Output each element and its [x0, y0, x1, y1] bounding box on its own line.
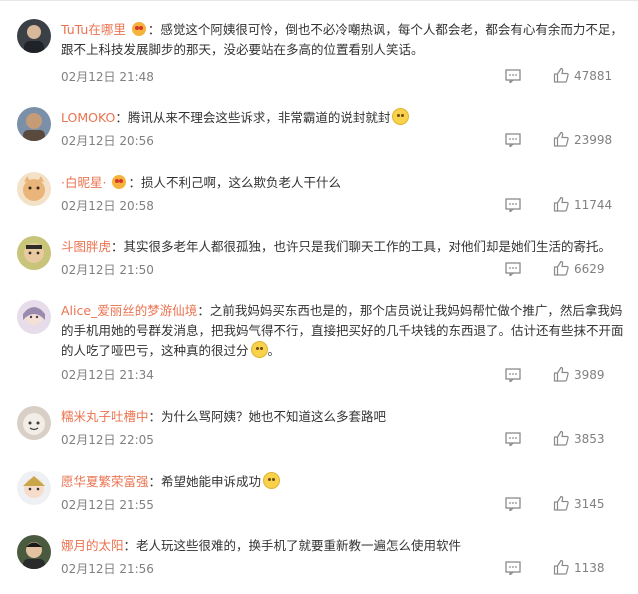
username[interactable]: ·白昵星·: [61, 175, 106, 190]
comment-body: 希望她能申诉成功: [161, 474, 262, 489]
laugh-cry-emoji-icon: [263, 472, 281, 489]
thumbs-up-icon[interactable]: [553, 131, 569, 147]
thumbs-up-icon[interactable]: [553, 430, 569, 446]
avatar[interactable]: [17, 535, 51, 569]
comment-date: 02月12日 21:50: [61, 263, 154, 277]
username[interactable]: 娜月的太阳: [61, 538, 124, 553]
comment-icon[interactable]: [505, 368, 521, 382]
comment-icon[interactable]: [505, 133, 521, 147]
comment-text: 糯米丸子吐槽中：为什么骂阿姨？她也不知道这么多套路吧: [61, 409, 387, 424]
avatar[interactable]: [17, 172, 51, 206]
comment-icon[interactable]: [505, 561, 521, 575]
avatar[interactable]: [17, 406, 51, 440]
thumbs-up-icon[interactable]: [553, 495, 569, 511]
like-count: 3145: [574, 497, 605, 511]
comment-date: 02月12日 21:55: [61, 498, 154, 512]
smile-emoji-icon: [250, 341, 268, 358]
smile-emoji-icon: [392, 108, 410, 125]
comment-icon[interactable]: [505, 432, 521, 446]
comment-text: Alice_爱丽丝的梦游仙境：之前我妈妈买东西也是的，那个店员说让我妈妈帮忙做个…: [61, 303, 624, 358]
comment-body: 腾讯从来不理会这些诉求，非常霸道的说封就封: [127, 110, 391, 125]
comment-body: 老人玩这些很难的，换手机了就要重新教一遍怎么使用软件: [136, 538, 462, 553]
comment-text: 愿华夏繁荣富强：希望她能申诉成功: [61, 472, 630, 492]
comment-text: TuTu在哪里 ：感觉这个阿姨很可怜，倒也不必冷嘲热讽，每个人都会老，都会有心有…: [61, 22, 623, 57]
avatar[interactable]: [17, 19, 51, 53]
comment-icon[interactable]: [505, 497, 521, 511]
comment-text: 娜月的太阳：老人玩这些很难的，换手机了就要重新教一遍怎么使用软件: [61, 538, 462, 553]
like-count: 3989: [574, 368, 605, 382]
username[interactable]: LOMOKO: [61, 110, 115, 125]
username[interactable]: 斗图胖虎: [61, 239, 111, 254]
comment-date: 02月12日 20:56: [61, 134, 154, 148]
comment-icon[interactable]: [505, 198, 521, 212]
thumbs-up-icon[interactable]: [553, 260, 569, 276]
like-count: 47881: [574, 69, 613, 83]
username[interactable]: TuTu在哪里: [61, 22, 126, 37]
comment-body: 损人不利己啊，这么欺负老人干什么: [140, 175, 341, 190]
comment-date: 02月12日 20:58: [61, 199, 154, 213]
thumbs-up-icon[interactable]: [553, 366, 569, 382]
thumbs-up-icon[interactable]: [553, 559, 569, 575]
like-count: 1138: [574, 561, 605, 575]
comment-icon[interactable]: [505, 69, 521, 83]
comment-date: 02月12日 21:34: [61, 368, 154, 382]
like-count: 11744: [574, 198, 613, 212]
fan-badge-icon: [131, 22, 146, 36]
comment-text: LOMOKO：腾讯从来不理会这些诉求，非常霸道的说封就封: [61, 108, 630, 128]
like-count: 3853: [574, 432, 605, 446]
comment-date: 02月12日 22:05: [61, 433, 154, 447]
avatar[interactable]: [17, 236, 51, 270]
comment-list: TuTu在哪里 ：感觉这个阿姨很可怜，倒也不必冷嘲热讽，每个人都会老，都会有心有…: [0, 0, 638, 594]
comment-date: 02月12日 21:48: [61, 70, 154, 84]
avatar[interactable]: [17, 107, 51, 141]
thumbs-up-icon[interactable]: [553, 67, 569, 83]
comment-text: 斗图胖虎：其实很多老年人都很孤独，也许只是我们聊天工作的工具，对他们却是她们生活…: [61, 239, 612, 254]
avatar[interactable]: [17, 300, 51, 334]
like-count: 6629: [574, 262, 605, 276]
like-count: 23998: [574, 133, 613, 147]
username[interactable]: 愿华夏繁荣富强: [61, 474, 149, 489]
thumbs-up-icon[interactable]: [553, 196, 569, 212]
avatar[interactable]: [17, 471, 51, 505]
fan-badge-icon: [112, 175, 127, 189]
username[interactable]: Alice_爱丽丝的梦游仙境: [61, 303, 197, 318]
comment-icon[interactable]: [505, 262, 521, 276]
comment-date: 02月12日 21:56: [61, 562, 154, 576]
comment-text: ·白昵星· ：损人不利己啊，这么欺负老人干什么: [61, 175, 341, 190]
comment-body: 为什么骂阿姨？她也不知道这么多套路吧: [161, 409, 387, 424]
username[interactable]: 糯米丸子吐槽中: [61, 409, 149, 424]
comment-body: 其实很多老年人都很孤独，也许只是我们聊天工作的工具，对他们却是她们生活的寄托。: [123, 239, 612, 254]
